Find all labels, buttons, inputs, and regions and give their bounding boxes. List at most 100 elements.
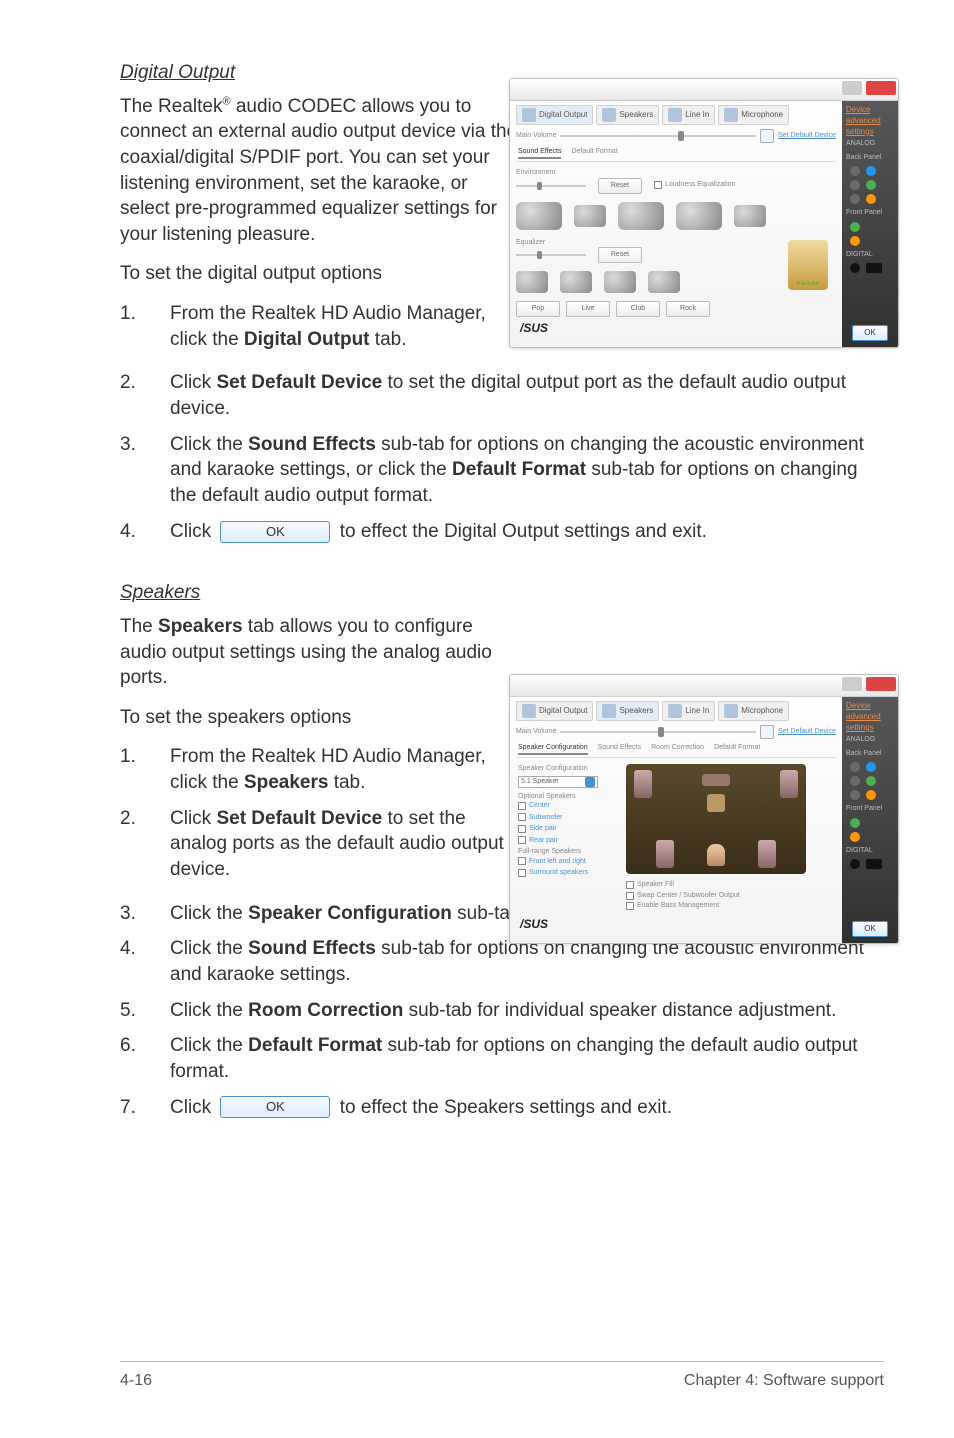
sidebar-digital-label: DIGITAL [842, 248, 898, 261]
tab-speakers: Speakers [596, 701, 659, 721]
optional-speakers-label: Optional Speakers [518, 792, 618, 801]
tab-speakers: Speakers [596, 105, 659, 125]
step-number: 2. [120, 806, 170, 832]
speaker-icon [758, 840, 776, 868]
sidebar: Device advanced settings ANALOG Back Pan… [842, 101, 898, 348]
digital-to-set: To set the digital output options [120, 261, 520, 287]
sidebar-back-label: Back Panel [842, 747, 898, 760]
sidebar-analog-label: ANALOG [842, 733, 898, 746]
digital-output-screenshot: Device advanced settings ANALOG Back Pan… [509, 78, 899, 348]
asus-logo: /SUS [520, 916, 548, 939]
tab-microphone: Microphone [718, 701, 789, 721]
speakers-heading: Speakers [120, 580, 884, 606]
close-icon [866, 677, 896, 691]
step-number: 4. [120, 936, 170, 962]
subwoofer-icon [707, 794, 725, 812]
tab-microphone: Microphone [718, 105, 789, 125]
subtab-default-format: Default Format [714, 743, 760, 755]
tab-line-in: Line In [662, 105, 715, 125]
side-pair-checkbox: Side pair [518, 824, 618, 833]
subtab-default-format: Default Format [571, 147, 617, 159]
reset-button: Reset [598, 178, 642, 194]
tab-line-in: Line In [662, 701, 715, 721]
digital-output-intro: The Realtek® audio CODEC allows you to c… [120, 94, 520, 248]
sidebar-front-label: Front Panel [842, 206, 898, 219]
tab-digital-output: Digital Output [516, 701, 593, 721]
speakers-to-set: To set the speakers options [120, 705, 520, 731]
full-range-label: Full-range Speakers [518, 847, 618, 856]
step-number: 2. [120, 370, 170, 396]
subtab-room-correction: Room Correction [651, 743, 704, 755]
eq-preset-icon [648, 271, 680, 293]
env-preset-icon [676, 202, 722, 230]
ok-button: OK [852, 325, 888, 341]
eq-preset-icon [560, 271, 592, 293]
front-lr-checkbox: Front left and right [518, 857, 618, 866]
preset-club: Club [616, 301, 660, 317]
preset-rock: Rock [666, 301, 710, 317]
env-preset-icon [516, 202, 562, 230]
sidebar-advanced-link: Device advanced settings [842, 101, 898, 137]
sub-tabs: Speaker Configuration Sound Effects Room… [516, 743, 836, 758]
set-default-link: Set Default Device [778, 727, 836, 736]
speaker-layout-graphic [626, 764, 806, 874]
rear-pair-checkbox: Rear pair [518, 836, 618, 845]
sidebar-analog-label: ANALOG [842, 137, 898, 150]
subtab-sound-effects: Sound Effects [518, 147, 561, 159]
subtab-speaker-config: Speaker Configuration [518, 743, 588, 755]
karaoke-icon: Karaoke [788, 240, 828, 290]
sidebar: Device advanced settings ANALOG Back Pan… [842, 697, 898, 944]
center-checkbox: Center [518, 801, 618, 810]
volume-slider [560, 731, 756, 733]
chevron-down-icon [585, 777, 595, 787]
reset-button: Reset [598, 247, 642, 263]
tab-digital-output: Digital Output [516, 105, 593, 125]
env-preset-icon [574, 205, 606, 227]
subwoofer-checkbox: Subwoofer [518, 813, 618, 822]
eq-preset-icon [516, 271, 548, 293]
step-body: From the Realtek HD Audio Manager, click… [170, 301, 505, 352]
speaker-config-combo: 5.1 Speaker [518, 776, 598, 788]
sub-tabs: Sound Effects Default Format [516, 147, 836, 162]
step-number: 3. [120, 432, 170, 458]
speakers-intro: The Speakers tab allows you to configure… [120, 614, 520, 691]
speaker-icon [780, 770, 798, 798]
ok-button-inline: OK [220, 521, 330, 543]
env-preset-icon [618, 202, 664, 230]
ok-button: OK [852, 921, 888, 937]
environment-slider [516, 185, 586, 187]
step-number: 1. [120, 744, 170, 770]
speaker-icon [634, 770, 652, 798]
device-tabs: Digital Output Speakers Line In Micropho… [516, 105, 836, 125]
eq-preset-icon [604, 271, 636, 293]
env-preset-icon [734, 205, 766, 227]
asus-logo: /SUS [520, 320, 548, 343]
page-number: 4-16 [120, 1370, 152, 1392]
bass-mgmt-checkbox: Enable Bass Management [626, 901, 826, 910]
main-volume-label: Main Volume [516, 727, 556, 736]
step-body: Click the Default Format sub-tab for opt… [170, 1033, 884, 1084]
ok-button-inline: OK [220, 1096, 330, 1118]
step-number: 4. [120, 519, 170, 545]
swap-center-checkbox: Swap Center / Subwoofer Output [626, 891, 826, 900]
step-body: Click Set Default Device to set the anal… [170, 806, 505, 883]
step-body: Click the Room Correction sub-tab for in… [170, 998, 884, 1024]
mute-icon [760, 725, 774, 739]
window-control-icon [842, 81, 862, 95]
listener-icon [707, 844, 725, 866]
page-footer: 4-16 Chapter 4: Software support [120, 1361, 884, 1392]
environment-label: Environment [516, 168, 836, 177]
speaker-config-label: Speaker Configuration [518, 764, 618, 773]
volume-slider [560, 135, 756, 137]
speakers-screenshot: Device advanced settings ANALOG Back Pan… [509, 674, 899, 944]
step-number: 6. [120, 1033, 170, 1059]
sidebar-advanced-link: Device advanced settings [842, 697, 898, 733]
main-volume-label: Main Volume [516, 131, 556, 140]
preset-live: Live [566, 301, 610, 317]
step-body: Click the Sound Effects sub-tab for opti… [170, 432, 884, 509]
step-body: Click OK to effect the Speakers settings… [170, 1095, 884, 1121]
step-body: Click Set Default Device to set the digi… [170, 370, 884, 421]
step-body: Click OK to effect the Digital Output se… [170, 519, 884, 545]
preset-pop: Pop [516, 301, 560, 317]
digital-output-steps-cont: 2. Click Set Default Device to set the d… [120, 370, 884, 544]
